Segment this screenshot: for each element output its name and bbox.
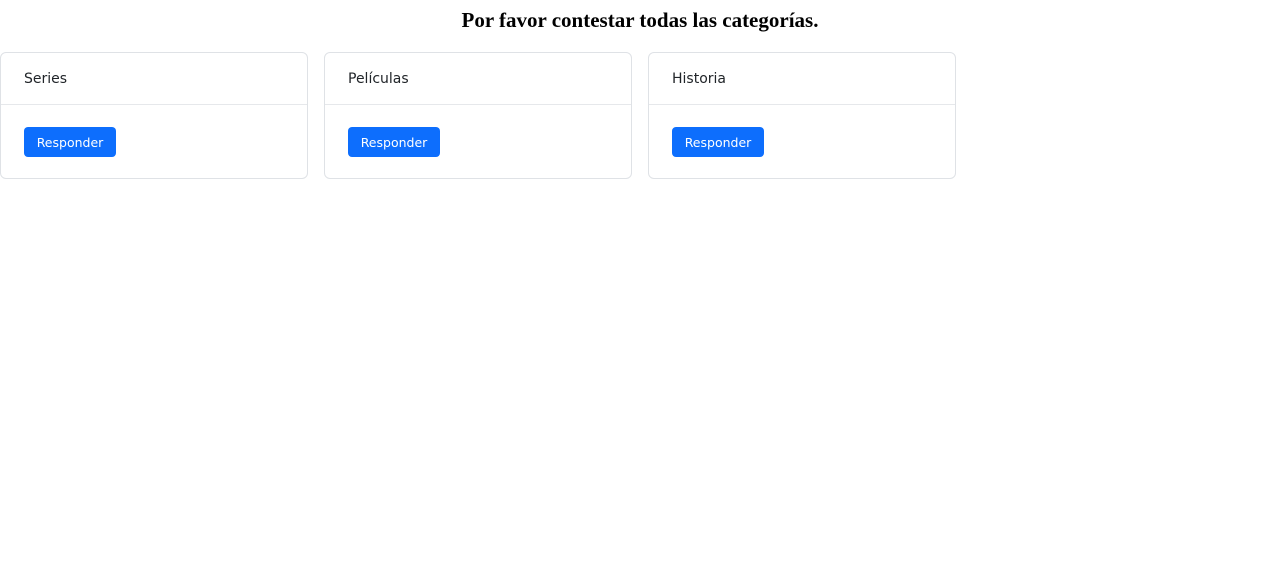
category-card-series: Series Responder [0, 52, 308, 179]
card-header: Películas [325, 53, 631, 105]
card-title: Series [24, 70, 68, 87]
responder-button[interactable]: Responder [672, 127, 764, 157]
responder-button[interactable]: Responder [24, 127, 116, 157]
responder-button[interactable]: Responder [348, 127, 440, 157]
card-body: Responder [649, 105, 955, 157]
category-cards: Series Responder Películas Responder His… [0, 52, 956, 179]
category-card-peliculas: Películas Responder [324, 52, 632, 179]
card-header: Historia [649, 53, 955, 105]
page-title: Por favor contestar todas las categorías… [461, 8, 819, 32]
card-title: Películas [348, 70, 409, 87]
card-header: Series [1, 53, 307, 105]
card-body: Responder [325, 105, 631, 157]
card-title: Historia [672, 70, 726, 87]
card-body: Responder [1, 105, 307, 157]
category-card-historia: Historia Responder [648, 52, 956, 179]
